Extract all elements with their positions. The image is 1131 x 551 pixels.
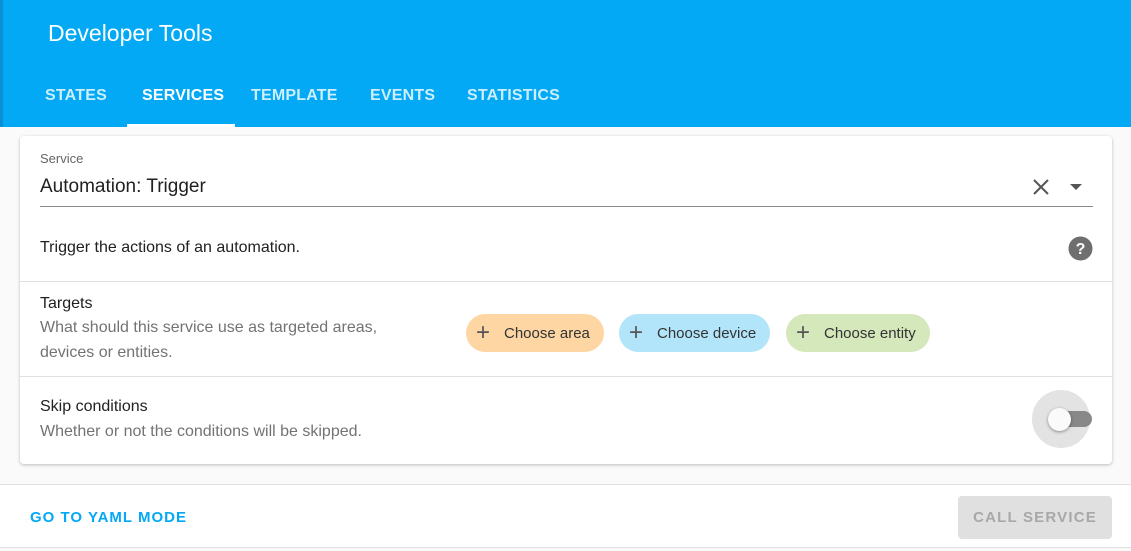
choose-area-chip[interactable]: + Choose area <box>466 314 604 352</box>
targets-description-1: What should this service use as targeted… <box>40 319 378 336</box>
app-header: Developer Tools STATES SERVICES TEMPLATE… <box>0 0 1131 127</box>
targets-title: Targets <box>40 295 93 312</box>
choose-entity-chip[interactable]: + Choose entity <box>786 314 930 352</box>
tab-template[interactable]: TEMPLATE <box>251 87 338 105</box>
chip-label: Choose device <box>657 324 757 342</box>
plus-icon: + <box>628 319 643 346</box>
call-service-button[interactable]: CALL SERVICE <box>958 496 1112 539</box>
clear-icon[interactable] <box>1032 178 1050 196</box>
skip-conditions-description: Whether or not the conditions will be sk… <box>40 423 362 440</box>
service-label: Service <box>40 151 84 166</box>
divider <box>20 376 1112 377</box>
plus-icon: + <box>475 319 490 346</box>
tab-states[interactable]: STATES <box>45 87 107 105</box>
service-card: Service Automation: Trigger Trigger the … <box>20 136 1112 464</box>
footer-bar: GO TO YAML MODE CALL SERVICE <box>0 484 1131 548</box>
service-description: Trigger the actions of an automation. <box>40 239 300 256</box>
help-icon[interactable]: ? <box>1068 236 1093 261</box>
divider <box>20 281 1112 282</box>
plus-icon: + <box>795 319 810 346</box>
service-input-underline <box>40 206 1093 207</box>
toggle-thumb[interactable] <box>1048 408 1071 431</box>
chip-label: Choose area <box>504 324 590 342</box>
tab-statistics[interactable]: STATISTICS <box>467 87 560 105</box>
yaml-mode-button[interactable]: GO TO YAML MODE <box>30 509 187 526</box>
targets-description-2: devices or entities. <box>40 344 173 361</box>
active-tab-indicator <box>127 124 235 127</box>
chip-label: Choose entity <box>824 324 916 342</box>
tab-events[interactable]: EVENTS <box>370 87 435 105</box>
svg-text:?: ? <box>1076 241 1086 258</box>
tab-services[interactable]: SERVICES <box>142 87 224 105</box>
skip-conditions-title: Skip conditions <box>40 398 148 415</box>
choose-device-chip[interactable]: + Choose device <box>619 314 771 352</box>
service-picker[interactable]: Automation: Trigger <box>40 176 206 198</box>
page-title: Developer Tools <box>48 20 213 46</box>
chevron-down-icon[interactable] <box>1069 183 1083 191</box>
